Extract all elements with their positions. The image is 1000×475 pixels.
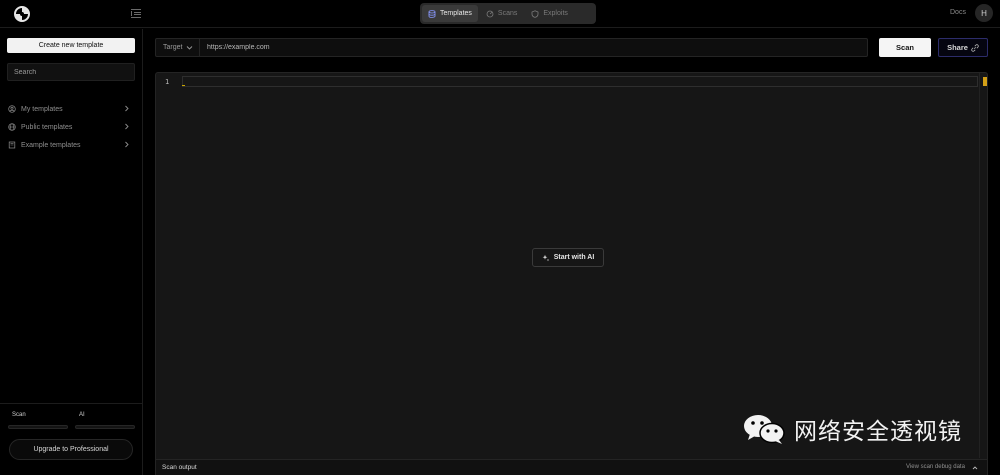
top-bar: Templates Scans Exploits Docs H — [0, 0, 1000, 28]
watermark-text: 网络安全透视镜 — [794, 419, 962, 445]
wechat-icon — [744, 415, 785, 444]
start-with-ai-label: Start with AI — [553, 254, 595, 261]
sidebar-item-label: Public templates — [21, 123, 73, 131]
link-icon — [971, 43, 979, 52]
database-icon — [428, 9, 436, 18]
chevron-down-icon — [187, 46, 193, 50]
sidebar-item-label: Example templates — [21, 141, 81, 149]
scan-output-panel[interactable]: Scan output View scan debug data — [156, 459, 987, 475]
search-input[interactable] — [7, 63, 135, 81]
logo-icon[interactable] — [12, 4, 32, 24]
sidebar-item-my-templates[interactable]: My templates — [8, 103, 130, 115]
upgrade-button[interactable]: Upgrade to Professional — [9, 439, 133, 460]
tab-scans[interactable]: Scans — [480, 5, 523, 22]
target-bar: Target — [155, 38, 868, 57]
watermark: 网络安全透视镜 — [742, 409, 972, 449]
tab-templates[interactable]: Templates — [422, 5, 478, 22]
main-nav-tabs: Templates Scans Exploits — [420, 3, 596, 24]
ai-usage-label: AI — [79, 412, 85, 418]
create-template-button[interactable]: Create new template — [7, 38, 135, 53]
tab-exploits-label: Exploits — [543, 10, 568, 17]
tab-exploits[interactable]: Exploits — [525, 5, 574, 22]
editor-scrollbar[interactable] — [979, 73, 980, 458]
globe-icon — [8, 123, 16, 131]
docs-link[interactable]: Docs — [950, 9, 966, 16]
chevron-right-icon — [125, 141, 129, 148]
radar-icon — [486, 10, 494, 17]
sparkle-icon — [542, 254, 549, 261]
shield-icon — [531, 9, 539, 18]
tab-scans-label: Scans — [497, 10, 518, 17]
start-with-ai-button[interactable]: Start with AI — [532, 248, 604, 267]
sidebar-item-label: My templates — [21, 105, 63, 113]
line-number: 1 — [165, 78, 170, 86]
target-url-input[interactable] — [201, 39, 861, 56]
ai-usage-bar — [75, 425, 135, 429]
chevron-right-icon — [125, 123, 129, 130]
scrollbar-marker — [983, 77, 987, 86]
share-button[interactable]: Share — [938, 38, 988, 57]
user-circle-icon — [8, 105, 16, 113]
text-cursor — [182, 85, 185, 86]
scan-button[interactable]: Scan — [879, 38, 931, 57]
scan-usage-label: Scan — [12, 412, 26, 418]
book-icon — [8, 141, 16, 149]
target-select[interactable]: Target — [156, 39, 200, 56]
sidebar-item-example-templates[interactable]: Example templates — [8, 139, 130, 151]
target-select-label: Target — [163, 44, 183, 51]
sidebar-toggle-icon[interactable] — [130, 7, 142, 19]
current-line-highlight[interactable] — [182, 76, 978, 87]
scan-usage-bar — [8, 425, 68, 429]
sidebar-divider — [0, 403, 143, 404]
share-button-label: Share — [947, 43, 968, 52]
sidebar: Create new template My templates Public … — [0, 29, 143, 475]
chevron-right-icon — [125, 105, 129, 112]
scan-output-title: Scan output — [162, 464, 197, 471]
tab-templates-label: Templates — [440, 10, 472, 17]
avatar[interactable]: H — [975, 4, 993, 22]
view-debug-data-link[interactable]: View scan debug data — [906, 464, 965, 470]
sidebar-item-public-templates[interactable]: Public templates — [8, 121, 130, 133]
chevron-up-icon[interactable] — [972, 465, 978, 471]
